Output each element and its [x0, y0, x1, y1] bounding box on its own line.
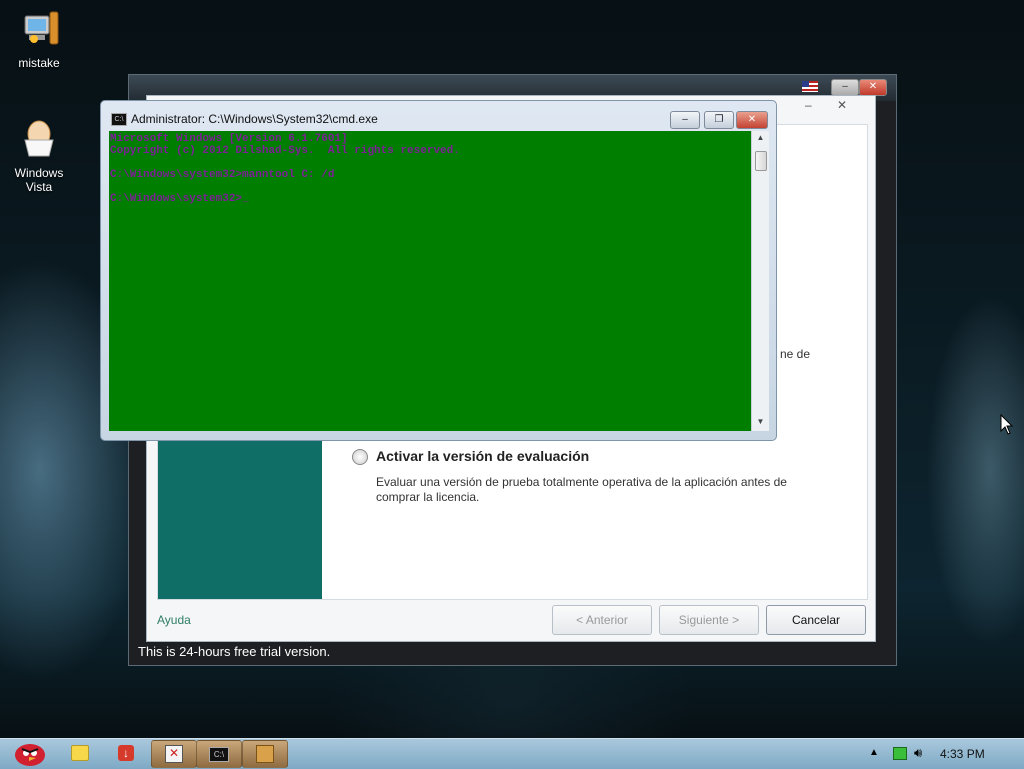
cmd-icon: C:\: [209, 746, 229, 762]
desktop-icon-label: mistake: [18, 56, 60, 70]
cancel-button[interactable]: Cancelar: [766, 605, 866, 635]
evaluation-option-title[interactable]: Activar la versión de evaluación: [376, 448, 589, 464]
console-line: C:\Windows\system32>manntool C: /d: [110, 169, 335, 181]
egg-icon: [17, 118, 61, 162]
taskbar: ↓ ✕ C:\ ▲ 🔊︎ 4:33 PM: [0, 738, 1024, 769]
minimize-button[interactable]: –: [670, 111, 700, 129]
minimize-button[interactable]: –: [831, 79, 859, 96]
evaluation-option-description: Evaluar una versión de prueba totalmente…: [376, 475, 787, 504]
partial-option-text: ne de: [780, 347, 811, 361]
taskbar-download-button[interactable]: ↓: [104, 740, 148, 766]
taskbar-package-button[interactable]: [242, 740, 288, 768]
taskbar-app-button[interactable]: ✕: [151, 740, 197, 768]
console-line: Copyright (c) 2012 Dilshad-Sys. All righ…: [110, 145, 460, 157]
language-flag-icon[interactable]: [802, 81, 818, 92]
taskbar-clock[interactable]: 4:33 PM: [940, 747, 985, 761]
cmd-window-title[interactable]: Administrator: C:\Windows\System32\cmd.e…: [131, 112, 378, 126]
taskbar-cmd-button[interactable]: C:\: [196, 740, 242, 768]
dialog-window-controls: – ✕: [791, 96, 871, 116]
taskbar-folder-button[interactable]: [58, 740, 102, 766]
app-icon: ✕: [165, 745, 183, 763]
scroll-up-icon[interactable]: ▲: [752, 133, 769, 147]
back-button[interactable]: < Anterior: [552, 605, 652, 635]
next-button[interactable]: Siguiente >: [659, 605, 759, 635]
cmd-icon: C:\: [111, 113, 127, 126]
scroll-thumb[interactable]: [755, 151, 767, 171]
angry-bird-icon: [15, 744, 45, 766]
help-link[interactable]: Ayuda: [157, 613, 191, 627]
mouse-cursor-icon: [1000, 413, 1014, 439]
network-icon[interactable]: [893, 747, 907, 760]
console-output[interactable]: Microsoft Windows [Version 6.1.7601] Cop…: [109, 131, 751, 431]
start-button[interactable]: [4, 740, 50, 766]
desktop-icon-label: Windows Vista: [14, 166, 64, 194]
console-line: Microsoft Windows [Version 6.1.7601]: [110, 133, 348, 145]
console-scrollbar[interactable]: ▲ ▼: [751, 131, 769, 431]
close-button[interactable]: ✕: [859, 79, 887, 96]
console-line: C:\Windows\system32>_: [110, 193, 249, 205]
package-icon: [256, 745, 274, 763]
volume-icon[interactable]: 🔊︎: [914, 745, 922, 761]
close-icon[interactable]: ✕: [837, 98, 847, 112]
desktop: mistake Windows Vista – ✕ This is 24-hou…: [0, 0, 1024, 738]
close-button[interactable]: ✕: [736, 111, 768, 129]
desktop-icon-windows-vista[interactable]: Windows Vista: [4, 118, 74, 194]
show-hidden-icons-icon[interactable]: ▲: [869, 747, 879, 758]
download-icon: ↓: [118, 745, 134, 761]
maximize-button[interactable]: ❐: [704, 111, 734, 129]
cmd-window: C:\ Administrator: C:\Windows\System32\c…: [100, 100, 777, 441]
scroll-down-icon[interactable]: ▼: [752, 417, 769, 431]
evaluation-radio[interactable]: [352, 449, 368, 465]
trial-status-text: This is 24-hours free trial version.: [138, 644, 331, 659]
computer-icon: [17, 8, 61, 52]
folder-icon: [71, 745, 89, 761]
minimize-icon[interactable]: –: [805, 98, 812, 112]
desktop-icon-mistake[interactable]: mistake: [4, 8, 74, 70]
